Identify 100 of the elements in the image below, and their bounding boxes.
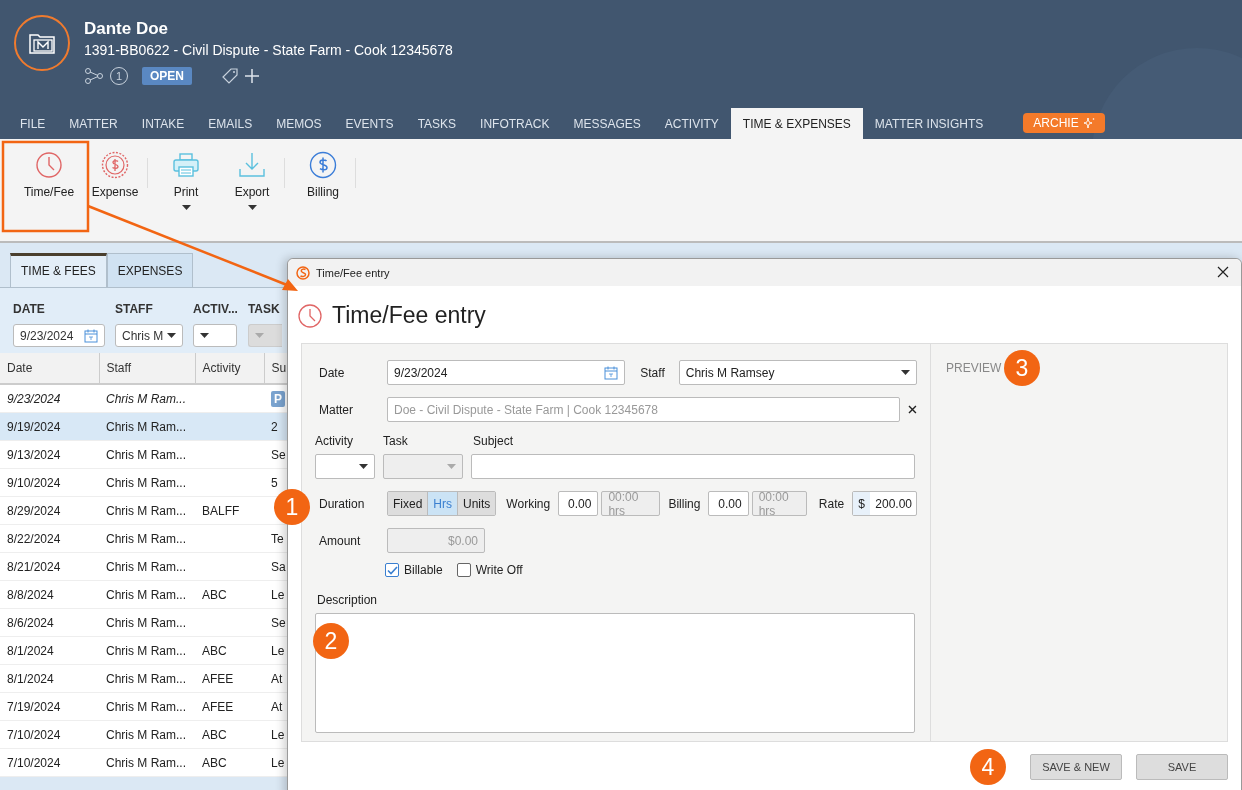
table-cell: Le bbox=[271, 727, 285, 742]
clock-icon bbox=[298, 303, 322, 328]
nav-tab[interactable]: INFOTRACK bbox=[468, 108, 562, 139]
field-label: Rate bbox=[818, 496, 845, 511]
table-cell: Chris M Ram... bbox=[106, 391, 186, 406]
nav-tab[interactable]: MATTER bbox=[57, 108, 130, 139]
duration-option[interactable]: Fixed bbox=[388, 492, 429, 515]
toolbar-button[interactable]: Print bbox=[153, 149, 219, 212]
staff-dropdown[interactable]: Chris M Ramsey bbox=[678, 360, 917, 385]
field-label: Billing bbox=[668, 496, 701, 511]
table-cell: 8/21/2024 bbox=[7, 559, 61, 574]
nav-tab[interactable]: INTAKE bbox=[129, 108, 197, 139]
matter-title: 1391-BB0622 - Civil Dispute - State Farm - Cook 12345678 bbox=[84, 42, 453, 58]
toolbar-button[interactable]: Export bbox=[219, 149, 285, 212]
date-field[interactable]: 9/23/2024 bbox=[13, 324, 105, 347]
table-cell: 7/19/2024 bbox=[7, 699, 61, 714]
table-cell: Sa bbox=[271, 559, 286, 574]
column-header[interactable]: Date bbox=[0, 353, 99, 384]
table-cell: 7/10/2024 bbox=[7, 755, 61, 770]
dialog-title: Time/Fee entry bbox=[316, 266, 391, 279]
check-icon bbox=[386, 565, 398, 575]
table-cell: ABC bbox=[202, 727, 227, 742]
filter-dropdown[interactable]: Chris M bbox=[115, 324, 183, 347]
save-button[interactable]: SAVE bbox=[1136, 754, 1228, 780]
column-header[interactable]: Su bbox=[264, 353, 287, 384]
nav-tab[interactable]: FILE bbox=[8, 108, 58, 139]
toolbar-button[interactable]: Billing bbox=[290, 149, 356, 201]
amount-field: $0.00 bbox=[387, 528, 485, 553]
caret-icon bbox=[247, 205, 257, 210]
table-cell: 8/6/2024 bbox=[7, 615, 54, 630]
table-cell: Chris M Ram... bbox=[106, 727, 186, 742]
table-cell: Se bbox=[271, 447, 286, 462]
nav-tab[interactable]: MESSAGES bbox=[561, 108, 653, 139]
table-cell: Chris M Ram... bbox=[106, 559, 186, 574]
checkbox[interactable]: Billable bbox=[385, 563, 443, 577]
tag-icon[interactable] bbox=[222, 68, 238, 84]
table-cell: Chris M Ram... bbox=[106, 671, 186, 686]
rate-field[interactable]: $ 200.00 bbox=[852, 491, 917, 516]
dialog-heading: Time/Fee entry bbox=[332, 302, 486, 329]
billing-field[interactable]: 0.00 bbox=[708, 491, 749, 516]
sub-tab[interactable]: EXPENSES bbox=[106, 253, 194, 287]
dollar-seal-icon bbox=[101, 151, 129, 179]
working-field[interactable]: 0.00 bbox=[558, 491, 599, 516]
share-icon[interactable] bbox=[84, 68, 104, 84]
table-cell: 8/29/2024 bbox=[7, 503, 61, 518]
nav-tab[interactable]: ACTIVITY bbox=[652, 108, 731, 139]
table-cell: Chris M Ram... bbox=[106, 755, 186, 770]
table-cell: Te bbox=[271, 531, 284, 546]
toolbar-button[interactable]: Time/Fee bbox=[16, 149, 82, 201]
sparkle-icon bbox=[1082, 117, 1095, 129]
filter-label: DATE bbox=[13, 302, 46, 316]
caret-icon bbox=[167, 333, 176, 338]
clear-icon[interactable] bbox=[908, 405, 917, 414]
column-header[interactable]: Activity bbox=[195, 353, 264, 384]
table-cell: Chris M Ram... bbox=[106, 531, 186, 546]
caret-icon bbox=[200, 333, 209, 338]
nav-tab[interactable]: EMAILS bbox=[196, 108, 265, 139]
sub-tab[interactable]: TIME & FEES bbox=[10, 253, 107, 287]
save-button[interactable]: SAVE & NEW bbox=[1030, 754, 1122, 780]
checkbox[interactable]: Write Off bbox=[456, 563, 523, 577]
matter-logo bbox=[14, 15, 70, 71]
table-cell: 2 bbox=[271, 419, 278, 434]
nav-tab[interactable]: TASKS bbox=[405, 108, 469, 139]
client-name: Dante Doe bbox=[84, 19, 170, 39]
table-cell: At bbox=[271, 699, 283, 714]
table-cell: Chris M Ram... bbox=[106, 615, 186, 630]
nav-tab[interactable]: TIME & EXPENSES bbox=[730, 108, 863, 139]
column-header[interactable]: Staff bbox=[99, 353, 195, 384]
toolbar-button[interactable]: Expense bbox=[82, 149, 148, 201]
table-cell: Chris M Ram... bbox=[106, 447, 186, 462]
add-icon[interactable] bbox=[244, 68, 260, 84]
dollar-icon bbox=[309, 151, 337, 179]
caret-icon bbox=[447, 464, 456, 469]
billing-hours-field: 00:00 hrs bbox=[751, 491, 807, 516]
table-cell: 8/1/2024 bbox=[7, 671, 54, 686]
caret-icon bbox=[901, 370, 910, 375]
table-cell: 8/1/2024 bbox=[7, 643, 54, 658]
filter-label: STAFF bbox=[115, 302, 154, 316]
table-cell: 5 bbox=[271, 475, 278, 490]
nav-tab[interactable]: MATTER INSIGHTS bbox=[862, 108, 996, 139]
caret-icon bbox=[359, 464, 368, 469]
description-field[interactable] bbox=[315, 613, 915, 733]
table-cell: Chris M Ram... bbox=[106, 699, 186, 714]
table-cell: 8/22/2024 bbox=[7, 531, 61, 546]
caret-icon bbox=[181, 205, 191, 210]
field-label: Amount bbox=[318, 533, 362, 548]
table-cell: Chris M Ram... bbox=[106, 503, 186, 518]
nav-tab[interactable]: EVENTS bbox=[333, 108, 406, 139]
nav-tab[interactable]: MEMOS bbox=[264, 108, 334, 139]
filter-dropdown[interactable] bbox=[193, 324, 237, 347]
subject-field[interactable] bbox=[471, 454, 915, 479]
table-cell: At bbox=[271, 671, 283, 686]
field-label: Date bbox=[318, 365, 346, 380]
caret-icon bbox=[254, 333, 264, 338]
field-label: Activity bbox=[315, 434, 354, 448]
calendar-icon bbox=[604, 365, 619, 380]
table-cell: ABC bbox=[202, 643, 227, 658]
date-field[interactable]: 9/23/2024 bbox=[387, 360, 626, 385]
app-logo-icon bbox=[296, 265, 310, 280]
table-cell: 9/19/2024 bbox=[7, 419, 61, 434]
